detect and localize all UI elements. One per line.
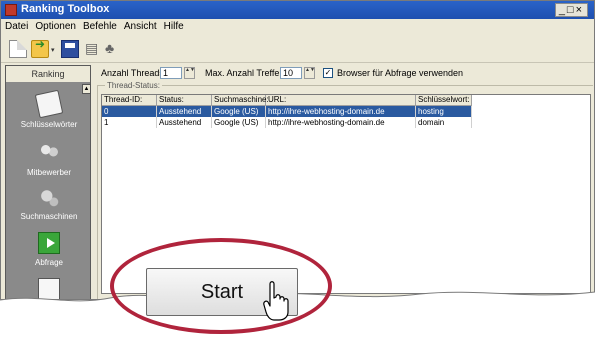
cell-schluesselwort: hosting (416, 106, 472, 117)
max-hits-label: Max. Anzahl Treffer: (205, 68, 285, 78)
cell-suchmaschine: Google (US) (212, 117, 266, 128)
settings-icon[interactable]: ♣ (105, 40, 114, 56)
thread-status-title: Thread-Status: (105, 81, 162, 90)
sidebar-item-abfrage[interactable]: Abfrage (6, 232, 92, 267)
sidebar-item-label: Mitbewerber (26, 168, 71, 177)
cell-url: http://ihre-webhosting-domain.de (266, 117, 416, 128)
table-row[interactable]: 1 Ausstehend Google (US) http://ihre-web… (102, 117, 472, 128)
open-folder-icon[interactable] (31, 37, 49, 58)
open-dropdown-icon[interactable]: ▾ (51, 46, 55, 54)
cell-suchmaschine: Google (US) (212, 106, 266, 117)
menu-befehle[interactable]: Befehle (79, 19, 120, 32)
max-hits-input[interactable]: 10 (280, 67, 302, 79)
window-controls[interactable]: _□× (554, 3, 588, 17)
max-hits-stepper[interactable]: ▲▼ (304, 67, 315, 79)
menu-ansicht[interactable]: Ansicht (120, 19, 160, 32)
threads-stepper[interactable]: ▲▼ (184, 67, 195, 79)
table-header: Thread-ID: Status: Suchmaschine: URL: Sc… (102, 95, 472, 106)
threads-label: Anzahl Threads: (101, 68, 167, 78)
threads-input[interactable]: 1 (160, 67, 182, 79)
column-url[interactable]: URL: (266, 95, 416, 106)
sidebar-item-mitbewerber[interactable]: Mitbewerber (6, 142, 92, 177)
menu-bar: Datei Optionen Befehle Ansicht Hilfe (1, 19, 594, 36)
column-suchmaschine[interactable]: Suchmaschine: (212, 95, 269, 106)
column-schluesselwort[interactable]: Schlüsselwort: (416, 95, 472, 106)
title-bar: Ranking Toolbox _□× (1, 1, 594, 19)
gears-icon (38, 186, 60, 208)
cell-thread-id: 1 (102, 117, 157, 128)
hand-cursor-icon (263, 281, 289, 321)
cell-schluesselwort: domain (416, 117, 472, 128)
sidebar-item-label: Abfrage (34, 258, 64, 267)
cell-status: Ausstehend (157, 106, 212, 117)
cell-status: Ausstehend (157, 117, 212, 128)
save-icon[interactable] (61, 40, 79, 58)
menu-hilfe[interactable]: Hilfe (160, 19, 187, 32)
new-document-icon[interactable] (9, 40, 27, 58)
browser-checkbox[interactable]: ✓ (323, 68, 333, 78)
column-status[interactable]: Status: (157, 95, 212, 106)
sidebar-item-label: Schlüsselwörter (20, 120, 78, 129)
toolbar: ▾ ▤ ♣ (1, 36, 594, 63)
table-row[interactable]: 0 Ausstehend Google (US) http://ihre-web… (102, 106, 472, 117)
play-icon (38, 232, 60, 254)
window-title: Ranking Toolbox (21, 3, 110, 15)
browser-checkbox-label: Browser für Abfrage verwenden (337, 68, 464, 78)
sidebar: Ranking ▲ Schlüsselwörter Mitbewerber Su… (5, 65, 92, 299)
menu-optionen[interactable]: Optionen (31, 19, 79, 32)
sidebar-item-label: Suchmaschinen (20, 212, 78, 221)
sidebar-header: Ranking (6, 66, 90, 83)
cell-thread-id: 0 (102, 106, 157, 117)
keys-icon (34, 89, 64, 119)
people-icon (38, 142, 60, 164)
toolbox-icon[interactable]: ▤ (85, 40, 98, 57)
sidebar-item-schluesselwoerter[interactable]: Schlüsselwörter (6, 89, 92, 129)
cell-url: http://ihre-webhosting-domain.de (266, 106, 416, 117)
column-thread-id[interactable]: Thread-ID: (102, 95, 157, 106)
sidebar-item-suchmaschinen[interactable]: Suchmaschinen (6, 186, 92, 221)
app-icon (5, 4, 17, 16)
menu-datei[interactable]: Datei (1, 19, 31, 32)
